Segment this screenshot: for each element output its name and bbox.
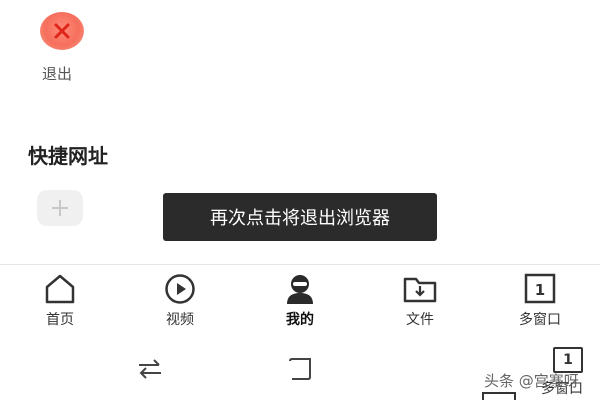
tab-label: 多窗口 bbox=[519, 312, 561, 328]
tab-multi-window[interactable]: 1 多窗口 bbox=[500, 270, 580, 332]
exit-toast: 再次点击将退出浏览器 bbox=[163, 193, 437, 241]
tab-label: 视频 bbox=[166, 312, 194, 328]
tab-home[interactable]: 首页 bbox=[20, 270, 100, 332]
swap-icon[interactable] bbox=[137, 358, 163, 380]
folder-download-icon bbox=[403, 277, 437, 303]
tab-label: 我的 bbox=[286, 312, 314, 328]
play-icon bbox=[165, 274, 195, 304]
window-count-badge: 1 bbox=[535, 281, 545, 299]
divider bbox=[0, 264, 600, 265]
plus-icon bbox=[52, 200, 68, 216]
window-count-icon: 1 bbox=[524, 273, 556, 304]
bottom-tab-bar: 首页 视频 我的 文件 1 多窗口 bbox=[0, 270, 600, 332]
tab-label: 文件 bbox=[406, 312, 434, 328]
quick-links-title: 快捷网址 bbox=[28, 144, 108, 168]
tab-video[interactable]: 视频 bbox=[140, 270, 220, 332]
window-icon-fragment bbox=[482, 392, 516, 400]
profile-icon bbox=[287, 275, 313, 304]
add-quick-link-button[interactable] bbox=[37, 190, 83, 226]
tab-files[interactable]: 文件 bbox=[380, 270, 460, 332]
home-icon bbox=[45, 274, 75, 304]
close-icon bbox=[54, 23, 70, 39]
square-icon[interactable] bbox=[287, 357, 313, 381]
watermark: 头条 @宫寨呀 bbox=[484, 372, 579, 390]
exit-label: 退出 bbox=[42, 65, 73, 83]
tab-label: 首页 bbox=[46, 312, 74, 328]
exit-button[interactable] bbox=[40, 12, 84, 50]
tab-profile[interactable]: 我的 bbox=[260, 270, 340, 332]
